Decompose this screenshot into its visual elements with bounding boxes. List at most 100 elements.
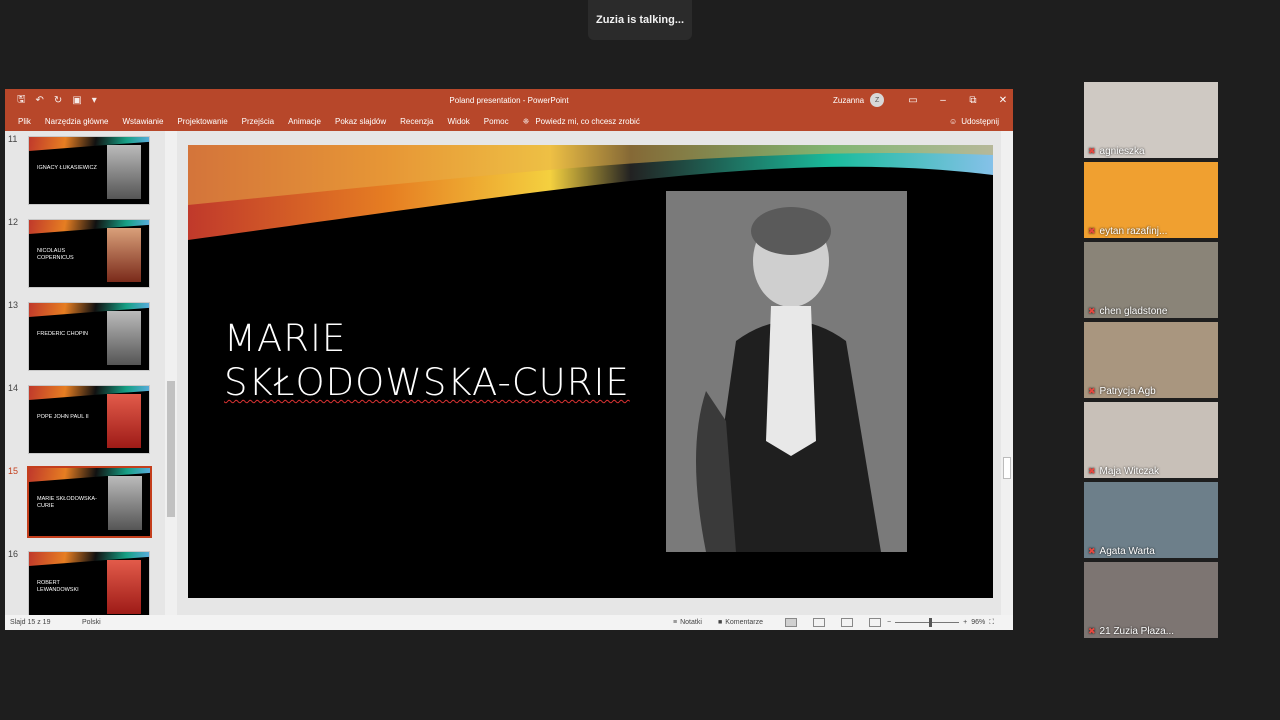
share-button[interactable]: ☺ Udostępnij: [949, 111, 999, 131]
slide-sorter-view-button[interactable]: [813, 618, 825, 627]
save-icon[interactable]: 🖫: [17, 92, 26, 109]
tab-design[interactable]: Projektowanie: [177, 117, 227, 126]
talking-indicator: Zuzia is talking...: [588, 0, 692, 40]
redo-icon[interactable]: ↻: [54, 95, 62, 106]
powerpoint-window: 🖫 ↶ ↻ ▣ ▾ Poland presentation - PowerPoi…: [5, 89, 1013, 630]
participant-name: Patrycja Agb: [1099, 386, 1156, 397]
thumbnail-slide-11[interactable]: 11 IGNACY ŁUKASIEWICZ: [5, 131, 165, 205]
reading-view-button[interactable]: [841, 618, 853, 627]
notes-label: Notatki: [680, 619, 702, 626]
lightbulb-icon: ❈: [522, 116, 530, 126]
tab-insert[interactable]: Wstawianie: [122, 117, 163, 126]
close-icon[interactable]: ✕: [988, 89, 1018, 111]
thumbnail-image: ROBERT LEWANDOWSKI: [28, 551, 150, 615]
thumbnail-image: IGNACY ŁUKASIEWICZ: [28, 136, 150, 205]
tell-me-text: Powiedz mi, co chcesz zrobić: [535, 116, 640, 126]
window-controls: ▭ – ⧉ ✕: [898, 89, 1018, 111]
language-indicator[interactable]: Polski: [82, 619, 101, 626]
participant-tile[interactable]: ✖ chen gladstone: [1084, 242, 1218, 318]
thumbnail-number: 14: [8, 383, 19, 393]
thumbnail-number: 16: [8, 549, 19, 559]
slide-title-line1: MARIE: [224, 317, 347, 360]
participant-name: eytan razafinj...: [1099, 226, 1168, 237]
user-avatar[interactable]: Z: [870, 93, 885, 107]
portrait-illustration: [666, 191, 907, 552]
user-name: Zuzanna: [833, 95, 865, 105]
tab-help[interactable]: Pomoc: [484, 117, 509, 126]
mic-muted-icon: ✖: [1088, 626, 1096, 636]
restore-icon[interactable]: ⧉: [958, 89, 988, 111]
thumbnail-scrollbar[interactable]: [165, 131, 177, 615]
start-presentation-icon[interactable]: ▣: [72, 95, 81, 106]
participant-tile[interactable]: ✖ Maja Witczak: [1084, 402, 1218, 478]
current-slide[interactable]: MARIE SKŁODOWSKA-CURIE: [188, 145, 993, 598]
tab-home[interactable]: Narzędzia główne: [45, 117, 109, 126]
thumbnail-slide-15[interactable]: 15 MARIE SKŁODOWSKA-CURIE: [5, 463, 165, 538]
mic-muted-icon: ✖: [1088, 146, 1096, 156]
participant-tile[interactable]: ✖ eytan razafinj...: [1084, 162, 1218, 238]
ribbon-tabs: Plik Narzędzia główne Wstawianie Projekt…: [5, 111, 1013, 131]
participant-name: Agata Warta: [1099, 546, 1155, 557]
slide-title[interactable]: MARIE SKŁODOWSKA-CURIE: [224, 317, 630, 405]
mic-muted-icon: ✖: [1088, 546, 1096, 556]
thumbnail-label: MARIE SKŁODOWSKA-CURIE: [37, 496, 97, 509]
participant-name: chen gladstone: [1099, 306, 1168, 317]
tab-view[interactable]: Widok: [448, 117, 470, 126]
participant-name: Maja Witczak: [1099, 466, 1159, 477]
zoom-in-button[interactable]: +: [963, 619, 967, 626]
zoom-slider[interactable]: [895, 618, 960, 627]
quick-access-toolbar: 🖫 ↶ ↻ ▣ ▾: [5, 92, 205, 109]
participant-tile[interactable]: ✖ agnieszka: [1084, 82, 1218, 158]
thumbnail-image: MARIE SKŁODOWSKA-CURIE: [27, 466, 152, 538]
tab-slideshow[interactable]: Pokaz slajdów: [335, 117, 386, 126]
portrait-photo[interactable]: [666, 191, 907, 552]
mic-muted-icon: ✖: [1088, 226, 1096, 236]
minimize-icon[interactable]: –: [928, 89, 958, 111]
thumbnail-image: NICOLAUS COPERNICUS: [28, 219, 150, 288]
tab-review[interactable]: Recenzja: [400, 117, 433, 126]
ribbon-display-options-icon[interactable]: ▭: [898, 89, 928, 111]
mic-muted-icon: ✖: [1088, 306, 1096, 316]
participant-tile[interactable]: ✖ Agata Warta: [1084, 482, 1218, 558]
person-icon: ☺: [949, 116, 958, 126]
tab-transitions[interactable]: Przejścia: [242, 117, 274, 126]
thumbnail-number: 13: [8, 300, 19, 310]
thumbnail-slide-12[interactable]: 12 NICOLAUS COPERNICUS: [5, 214, 165, 288]
thumbnail-label: POPE JOHN PAUL II: [37, 414, 89, 420]
slide-scrollbar[interactable]: [1001, 131, 1013, 615]
zoom-slider-knob[interactable]: [929, 618, 933, 627]
participant-tile[interactable]: ✖ 21 Zuzia Płaza...: [1084, 562, 1218, 638]
thumbnail-slide-16[interactable]: 16 ROBERT LEWANDOWSKI: [5, 546, 165, 615]
tab-plik[interactable]: Plik: [18, 117, 31, 126]
thumbnail-number: 11: [8, 134, 18, 144]
share-label: Udostępnij: [961, 116, 999, 126]
zoom-out-button[interactable]: −: [887, 619, 891, 626]
thumbnail-number: 12: [8, 217, 19, 227]
slide-thumbnail-pane: 11 IGNACY ŁUKASIEWICZ 12 NICOLAUS COPERN…: [5, 131, 177, 615]
participant-name: 21 Zuzia Płaza...: [1099, 626, 1175, 637]
participant-name: agnieszka: [1099, 146, 1145, 157]
thumbnail-label: IGNACY ŁUKASIEWICZ: [37, 165, 97, 171]
customize-qat-icon[interactable]: ▾: [92, 95, 97, 106]
undo-icon[interactable]: ↶: [36, 95, 44, 106]
zoom-control: − + 96% ⛶: [887, 618, 994, 627]
tab-animations[interactable]: Animacje: [288, 117, 321, 126]
fit-to-window-icon[interactable]: ⛶: [989, 619, 994, 627]
slideshow-view-button[interactable]: [869, 618, 881, 627]
notes-button[interactable]: ≡ Notatki: [673, 619, 702, 626]
account-area[interactable]: Zuzanna Z: [833, 89, 885, 111]
comments-button[interactable]: ■ Komentarze: [718, 619, 763, 626]
thumbnail-slide-14[interactable]: 14 POPE JOHN PAUL II: [5, 380, 165, 454]
tell-me-box[interactable]: ❈ Powiedz mi, co chcesz zrobić: [523, 117, 640, 126]
zoom-level[interactable]: 96%: [971, 619, 985, 626]
thumbnail-image: FREDERIC CHOPIN: [28, 302, 150, 371]
thumbnail-label: FREDERIC CHOPIN: [37, 331, 89, 337]
thumbnail-slide-13[interactable]: 13 FREDERIC CHOPIN: [5, 297, 165, 371]
status-bar: Slajd 15 z 19 Polski ≡ Notatki ■ Komentarz…: [5, 615, 1013, 630]
thumbnail-image: POPE JOHN PAUL II: [28, 385, 150, 454]
participant-tile[interactable]: ✖ Patrycja Agb: [1084, 322, 1218, 398]
thumbnail-scroll-thumb[interactable]: [167, 381, 175, 517]
comment-icon: ■: [718, 619, 723, 626]
normal-view-button[interactable]: [785, 618, 797, 627]
slide-scroll-thumb[interactable]: [1003, 457, 1011, 479]
